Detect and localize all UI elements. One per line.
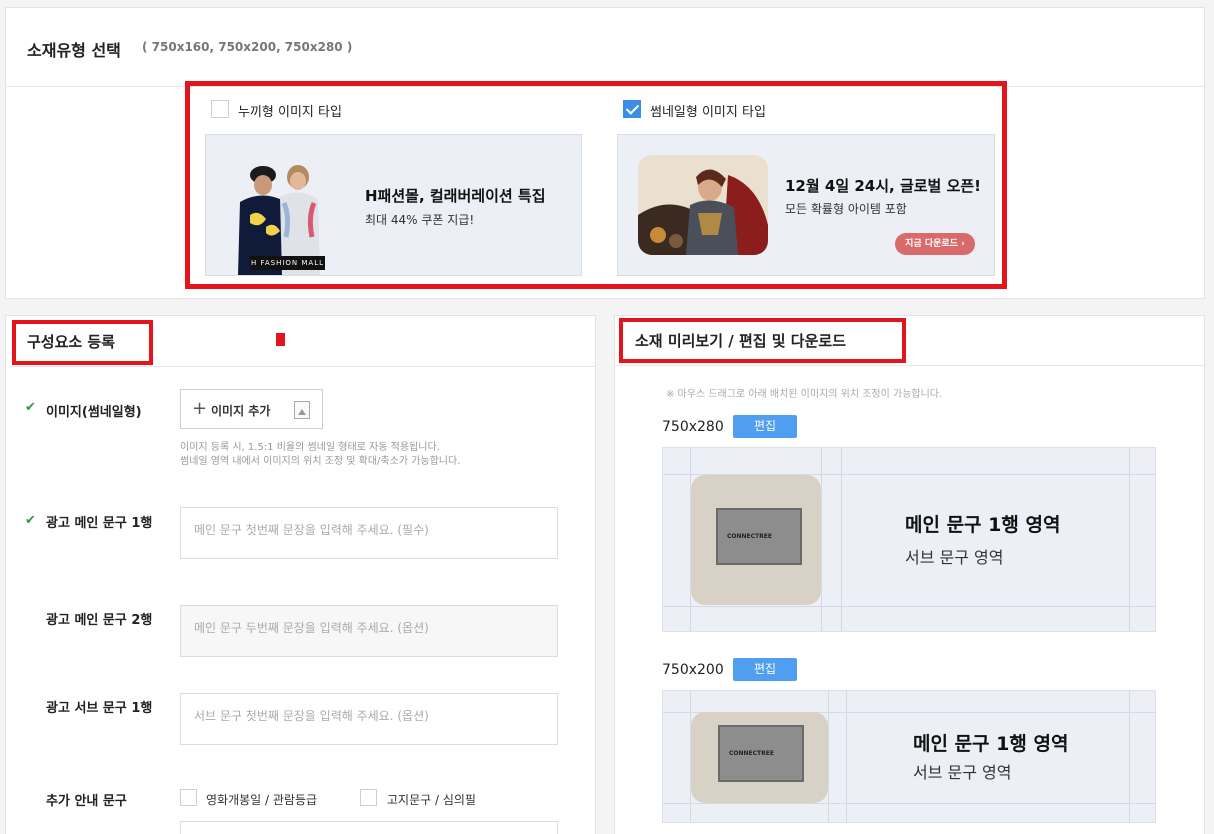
size-label-280: 750x280: [662, 419, 724, 435]
creative-type-title: 소재유형 선택: [27, 41, 121, 60]
cutout-checkbox[interactable]: [211, 100, 229, 118]
check-icon: ✔: [25, 513, 36, 528]
cutout-banner-title: H패션몰, 컬래버레이션 특집: [365, 187, 546, 205]
preview-title: 소재 미리보기 / 편집 및 다운로드: [635, 332, 846, 350]
image-file-icon: [294, 401, 310, 419]
release-rating-label: 영화개봉일 / 관람등급: [206, 793, 318, 807]
connectree-logo: CONNECTREE: [727, 533, 772, 540]
main2-label: 광고 메인 문구 2행: [46, 613, 153, 628]
guide-line: [841, 448, 842, 631]
extra-input[interactable]: [180, 821, 558, 834]
extra-label: 추가 안내 문구: [46, 794, 127, 809]
thumbnail-label: 썸네일형 이미지 타입: [650, 105, 766, 120]
add-image-label: 이미지 추가: [211, 404, 271, 418]
guide-line: [821, 448, 822, 631]
release-rating-checkbox[interactable]: [180, 789, 197, 806]
preview-750x280[interactable]: CONNECTREE 메인 문구 1행 영역 서브 문구 영역: [662, 447, 1156, 632]
guide-line: [663, 803, 1155, 804]
guide-line: [663, 606, 1155, 607]
cutout-label: 누끼형 이미지 타입: [238, 105, 342, 120]
connectree-logo: CONNECTREE: [729, 750, 774, 757]
preview-thumbnail[interactable]: CONNECTREE: [691, 475, 821, 605]
edit-button-200[interactable]: 편집: [733, 658, 797, 681]
preview-main-text: 메인 문구 1행 영역: [913, 733, 1069, 755]
creative-type-sizes: ( 750x160, 750x200, 750x280 ): [142, 40, 353, 54]
thumbnail-banner-sample[interactable]: 12월 4일 24시, 글로벌 오픈! 모든 확률형 아이템 포함 지금 다운로…: [617, 134, 995, 276]
size-label-200: 750x200: [662, 662, 724, 678]
image-help-line2: 썸네일 영역 내에서 이미지의 위치 조정 및 확대/축소가 가능합니다.: [180, 456, 461, 467]
notice-review-checkbox[interactable]: [360, 789, 377, 806]
preview-thumbnail[interactable]: CONNECTREE: [691, 712, 828, 803]
thumbnail-checkbox[interactable]: [623, 100, 641, 118]
image-help-line1: 이미지 등록 시, 1.5:1 비율의 썸네일 형태로 자동 적용됩니다.: [180, 442, 440, 453]
check-icon: ✔: [25, 400, 36, 415]
edit-button-280[interactable]: 편집: [733, 415, 797, 438]
game-hero-image: [638, 155, 768, 255]
register-divider: [12, 366, 595, 367]
thumbnail-banner-sub: 모든 확률형 아이템 포함: [785, 202, 907, 216]
creative-type-header: 소재유형 선택 ( 750x160, 750x200, 750x280 ): [6, 8, 1204, 87]
cutout-banner-sample[interactable]: H FASHION MALL H패션몰, 컬래버레이션 특집 최대 44% 쿠폰…: [205, 134, 582, 276]
notice-review-label: 고지문구 / 심의필: [387, 793, 476, 807]
thumbnail-banner-title: 12월 4일 24시, 글로벌 오픈!: [785, 177, 982, 195]
preview-divider: [615, 365, 1204, 366]
guide-line: [1129, 448, 1130, 631]
add-image-button[interactable]: + 이미지 추가: [180, 389, 323, 429]
main2-input[interactable]: 메인 문구 두번째 문장을 입력해 주세요. (옵션): [180, 605, 558, 657]
fashion-mall-tag: H FASHION MALL: [250, 256, 325, 270]
preview-sub-text: 서브 문구 영역: [905, 548, 1004, 567]
main1-label: 광고 메인 문구 1행: [46, 516, 153, 531]
cutout-banner-sub: 최대 44% 쿠폰 지급!: [365, 213, 475, 227]
sub1-label: 광고 서브 문구 1행: [46, 701, 153, 716]
plus-icon: +: [192, 398, 208, 419]
red-marker: [276, 333, 285, 346]
preview-main-text: 메인 문구 1행 영역: [905, 514, 1061, 536]
download-now-button[interactable]: 지금 다운로드 ›: [895, 233, 975, 255]
drag-note: ※ 마우스 드래그로 아래 배치된 이미지의 위치 조정이 가능합니다.: [666, 389, 943, 400]
image-label: 이미지(썸네일형): [46, 405, 142, 420]
main1-input[interactable]: 메인 문구 첫번째 문장을 입력해 주세요. (필수): [180, 507, 558, 559]
register-title: 구성요소 등록: [27, 333, 116, 351]
preview-sub-text: 서브 문구 영역: [913, 763, 1012, 782]
preview-750x200[interactable]: CONNECTREE 메인 문구 1행 영역 서브 문구 영역: [662, 690, 1156, 823]
sub1-input[interactable]: 서브 문구 첫번째 문장을 입력해 주세요. (옵션): [180, 693, 558, 745]
